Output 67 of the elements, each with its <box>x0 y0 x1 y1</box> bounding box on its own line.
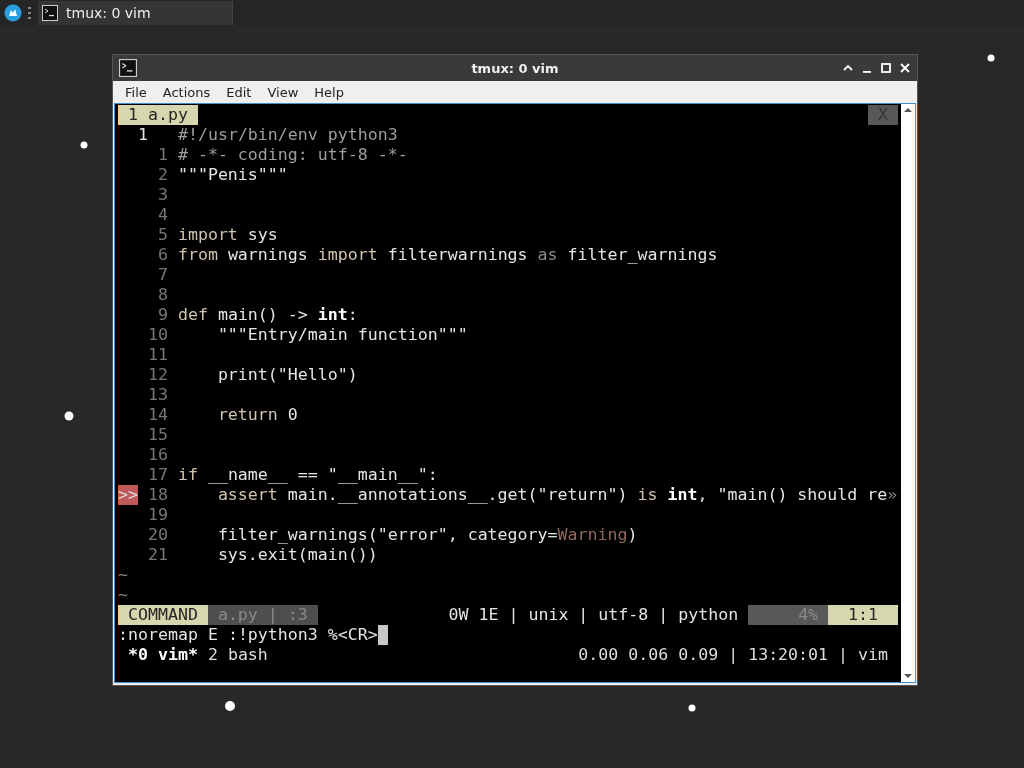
line-number: 13 <box>146 385 168 405</box>
terminal-icon <box>42 5 58 21</box>
line-number: 19 <box>146 505 168 525</box>
error-sign: >> <box>118 485 138 505</box>
code-line: if __name__ == "__main__": <box>177 465 438 485</box>
status-segment: a.py | :3 <box>207 605 318 625</box>
line-number: 2 <box>156 165 168 185</box>
code-line: # -*- coding: utf-8 -*- <box>177 145 408 165</box>
line-number: 18 <box>146 485 168 505</box>
text-cursor <box>377 625 388 645</box>
status-segment: 1:1 <box>828 605 898 625</box>
wallpaper-dot <box>987 54 995 62</box>
line-number: 12 <box>146 365 168 385</box>
line-number: 8 <box>156 285 168 305</box>
status-segment: COMMAND <box>118 605 208 625</box>
code-line: def main() -> int: <box>177 305 358 325</box>
code-line: from warnings import filterwarnings as filter_warnings <box>177 245 718 265</box>
line-number: 11 <box>146 345 168 365</box>
menu-item[interactable]: Help <box>306 84 352 100</box>
menu-item[interactable]: Edit <box>218 84 260 100</box>
line-number: 9 <box>156 305 168 325</box>
line-number: 14 <box>146 405 168 425</box>
wallpaper-dot <box>64 411 74 421</box>
line-number: 3 <box>156 185 168 205</box>
line-number: 5 <box>156 225 168 245</box>
line-number: 21 <box>146 545 168 565</box>
maximize-icon[interactable] <box>880 62 892 74</box>
menu-item[interactable]: File <box>117 84 155 100</box>
line-number: 4 <box>156 205 168 225</box>
line-number: 16 <box>146 445 168 465</box>
tmux-window-tab[interactable]: 2 bash <box>207 645 278 665</box>
line-number: 20 <box>146 525 168 545</box>
code-line: """Penis""" <box>177 165 288 185</box>
code-line: return 0 <box>216 405 298 425</box>
code-line: """Entry/main function""" <box>216 325 468 345</box>
window-title: tmux: 0 vim <box>470 60 560 76</box>
line-number: 1 <box>156 145 168 165</box>
code-line: #!/usr/bin/env python3 <box>177 125 398 145</box>
line-number: 17 <box>146 465 168 485</box>
wallpaper-dot <box>80 141 88 149</box>
code-line: sys.exit(main()) <box>216 545 378 565</box>
wallpaper-dot <box>688 704 696 712</box>
terminal-icon <box>119 59 137 77</box>
buffer-tab[interactable]: 1 a.py <box>118 105 198 125</box>
empty-line-marker: ~ <box>118 585 128 605</box>
line-number: 6 <box>156 245 168 265</box>
tmux-window-tab[interactable]: *0 vim* <box>128 645 208 665</box>
line-number: 15 <box>146 425 168 445</box>
tmux-status: 0.00 0.06 0.09 | 13:20:01 | vim <box>578 645 889 665</box>
code-line: print("Hello") <box>216 365 358 385</box>
scrollbar[interactable] <box>901 104 915 682</box>
line-number: 10 <box>146 325 168 345</box>
empty-line-marker: ~ <box>118 565 128 585</box>
launcher-icon[interactable] <box>4 4 22 22</box>
close-icon[interactable] <box>899 62 911 74</box>
taskbar-task-button[interactable]: tmux: 0 vim <box>38 1 233 25</box>
menu-item[interactable]: View <box>259 84 307 100</box>
menu-item[interactable]: Actions <box>154 84 219 100</box>
grip-icon[interactable] <box>28 6 32 20</box>
status-text: 0W 1E | unix | utf-8 | python <box>447 605 740 625</box>
code-line: assert main.__annotations__.get("return") is int, "main() should re» <box>216 485 898 505</box>
code-line: import sys <box>177 225 278 245</box>
line-number: 7 <box>156 265 168 285</box>
line-number: 1 <box>136 125 149 145</box>
code-line: filter_warnings("error", category=Warning) <box>216 525 638 545</box>
command-line: :noremap E :!python3 %<CR> <box>118 625 378 645</box>
wallpaper-dot <box>225 701 235 711</box>
